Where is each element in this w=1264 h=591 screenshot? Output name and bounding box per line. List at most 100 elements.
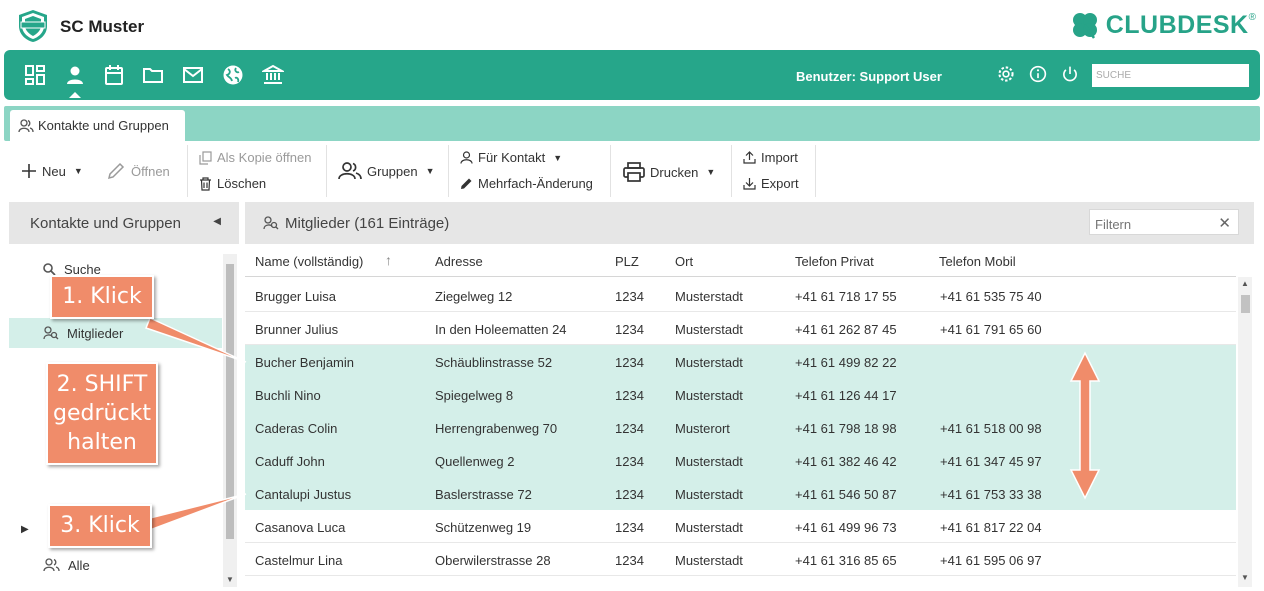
chevron-down-icon: ▼	[553, 152, 563, 163]
bank-icon[interactable]	[260, 64, 286, 86]
column-header-zip[interactable]: PLZ	[615, 254, 639, 269]
info-icon[interactable]	[1029, 65, 1047, 83]
column-header-address[interactable]: Adresse	[435, 254, 483, 269]
sidebar-scrollbar[interactable]: ▼	[223, 254, 237, 587]
scrollbar-thumb[interactable]	[226, 264, 234, 539]
trash-icon	[200, 176, 211, 191]
column-header-city[interactable]: Ort	[675, 254, 693, 269]
open-as-copy-label: Als Kopie öffnen	[217, 150, 312, 165]
chevron-down-icon: ▼	[73, 166, 83, 176]
folder-icon[interactable]	[142, 64, 164, 86]
table-scrollbar[interactable]: ▲ ▼	[1238, 277, 1252, 587]
table-row[interactable]: Caderas Colin Herrengrabenweg 70 1234 Muste…	[245, 411, 1236, 444]
groups-button[interactable]: Gruppen ▼	[338, 162, 435, 180]
search-icon	[43, 262, 56, 276]
calendar-icon[interactable]	[103, 64, 125, 86]
cell-phone: +41 61 316 85 65	[795, 553, 897, 568]
cell-zip: 1234	[615, 487, 644, 502]
cell-city: Musterstadt	[675, 487, 743, 502]
cell-zip: 1234	[615, 520, 644, 535]
cell-zip: 1234	[615, 322, 644, 337]
app-window: SC Muster CLUBDESK ® Benutzer: Support U…	[0, 0, 1264, 591]
cell-city: Musterstadt	[675, 355, 743, 370]
cell-mobile: +41 61 753 33 38	[940, 487, 1042, 502]
cell-zip: 1234	[615, 388, 644, 403]
sort-ascending-icon[interactable]: ↑	[385, 252, 392, 268]
table-row[interactable]: Brugger Luisa Ziegelweg 12 1234 Musterstadt…	[245, 279, 1236, 312]
scroll-down-icon[interactable]: ▼	[1241, 573, 1249, 582]
toolbar: Neu ▼ Öffnen Als Kopie öffnen Löschen Gr…	[0, 141, 1264, 200]
chevron-down-icon: ▼	[706, 167, 716, 177]
expand-arrow-icon[interactable]: ▶	[21, 524, 29, 535]
scroll-up-icon[interactable]: ▲	[1241, 279, 1249, 288]
callout-step-2-line2: gedrückt	[53, 401, 151, 426]
table-row[interactable]: Casanova Luca Schützenweg 19 1234 Mustersta…	[245, 510, 1236, 543]
clubdesk-logo: CLUBDESK ®	[1070, 10, 1256, 40]
cell-zip: 1234	[615, 355, 644, 370]
callout-step-2: 2. SHIFT gedrückt halten	[46, 362, 158, 465]
delete-button[interactable]: Löschen	[199, 176, 266, 191]
sidebar-item-label: Alle	[68, 557, 90, 573]
scroll-down-icon[interactable]: ▼	[226, 575, 234, 584]
import-button[interactable]: Import	[743, 150, 798, 165]
cell-address: Quellenweg 2	[435, 454, 515, 469]
power-icon[interactable]	[1061, 65, 1079, 83]
gear-icon[interactable]	[997, 65, 1015, 83]
bulk-edit-label: Mehrfach-Änderung	[478, 176, 593, 191]
collapse-left-icon[interactable]: ◀	[213, 216, 221, 227]
bulk-edit-button[interactable]: Mehrfach-Änderung	[460, 176, 593, 191]
dashboard-icon[interactable]	[24, 64, 46, 86]
column-header-name[interactable]: Name (vollständig)	[255, 254, 363, 269]
callout-step-1: 1. Klick	[50, 275, 154, 319]
printer-icon	[623, 162, 645, 182]
cell-city: Musterstadt	[675, 454, 743, 469]
global-search-input[interactable]	[1092, 64, 1249, 87]
sidebar-item-all[interactable]: Alle	[9, 550, 222, 580]
tab-contacts-and-groups[interactable]: Kontakte und Gruppen	[10, 110, 185, 141]
table-row[interactable]: Buchli Nino Spiegelweg 8 1234 Musterstadt +4…	[245, 378, 1236, 411]
person-icon	[460, 151, 473, 164]
contacts-icon[interactable]	[64, 64, 86, 86]
clover-icon	[1072, 13, 1097, 39]
toolbar-divider	[326, 145, 327, 197]
open-as-copy-button[interactable]: Als Kopie öffnen	[199, 150, 311, 165]
mail-icon[interactable]	[182, 64, 204, 86]
column-header-mobile[interactable]: Telefon Mobil	[939, 254, 1016, 269]
cell-name: Cantalupi Justus	[255, 487, 352, 502]
filter-input[interactable]	[1089, 209, 1239, 235]
table-row[interactable]: Cantalupi Justus Baslerstrasse 72 1234 Must…	[245, 477, 1236, 510]
toolbar-divider	[610, 145, 611, 197]
column-header-phone[interactable]: Telefon Privat	[795, 254, 874, 269]
cell-mobile: +41 61 347 45 97	[940, 454, 1042, 469]
chevron-down-icon: ▼	[425, 166, 435, 176]
for-contact-button[interactable]: Für Kontakt ▼	[460, 150, 562, 165]
cell-address: Oberwilerstrasse 28	[435, 553, 551, 568]
scrollbar-thumb[interactable]	[1241, 295, 1250, 313]
cell-phone: +41 61 382 46 42	[795, 454, 897, 469]
cell-zip: 1234	[615, 289, 644, 304]
panel-title: Kontakte und Gruppen	[30, 215, 181, 232]
cell-address: Ziegelweg 12	[435, 289, 513, 304]
cell-zip: 1234	[615, 454, 644, 469]
delete-label: Löschen	[217, 176, 267, 191]
globe-icon[interactable]	[222, 64, 244, 86]
sidebar-item-members[interactable]: Mitglieder	[9, 318, 222, 348]
cell-city: Musterstadt	[675, 289, 743, 304]
cell-name: Buchli Nino	[255, 388, 321, 403]
clear-filter-icon[interactable]: ✕	[1218, 214, 1231, 232]
table-row[interactable]: Brunner Julius In den Holeematten 24 1234 M…	[245, 312, 1236, 345]
new-button[interactable]: Neu ▼	[21, 163, 83, 179]
cell-zip: 1234	[615, 421, 644, 436]
callout-step-2-line3: halten	[67, 430, 137, 455]
table-row[interactable]: Bucher Benjamin Schäublinstrasse 52 1234 Mu…	[245, 345, 1236, 378]
toolbar-divider	[448, 145, 449, 197]
cell-city: Musterort	[675, 421, 730, 436]
cell-name: Castelmur Lina	[255, 553, 343, 568]
table-row[interactable]: Caduff John Quellenweg 2 1234 Musterstadt +4…	[245, 444, 1236, 477]
pencil-icon	[107, 162, 125, 180]
cell-address: In den Holeematten 24	[435, 322, 567, 337]
export-button[interactable]: Export	[743, 176, 799, 191]
print-button[interactable]: Drucken ▼	[623, 162, 715, 182]
table-row[interactable]: Castelmur Lina Oberwilerstrasse 28 1234 Mus…	[245, 543, 1236, 576]
open-button[interactable]: Öffnen	[106, 161, 170, 181]
